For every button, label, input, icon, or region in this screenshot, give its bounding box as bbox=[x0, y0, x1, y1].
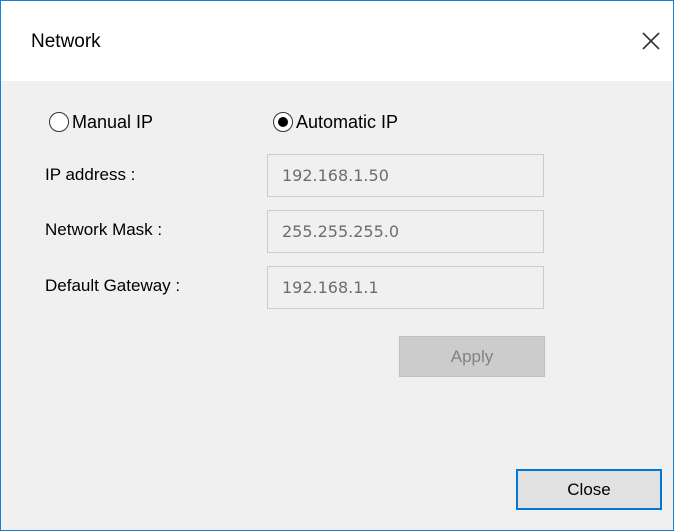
ip-address-field[interactable] bbox=[267, 154, 544, 197]
automatic-ip-radio[interactable]: Automatic IP bbox=[273, 109, 398, 135]
automatic-ip-radio-circle bbox=[273, 112, 293, 132]
close-button[interactable]: Close bbox=[516, 469, 662, 510]
default-gateway-field[interactable] bbox=[267, 266, 544, 309]
close-icon bbox=[642, 32, 660, 50]
window-close-button[interactable] bbox=[631, 21, 671, 61]
network-mask-field[interactable] bbox=[267, 210, 544, 253]
network-mask-label: Network Mask : bbox=[45, 220, 163, 239]
automatic-ip-label: Automatic IP bbox=[296, 111, 399, 132]
ip-address-label: IP address : bbox=[45, 165, 136, 184]
manual-ip-radio-circle bbox=[49, 112, 69, 132]
window-title: Network bbox=[31, 31, 101, 52]
apply-button[interactable]: Apply bbox=[399, 336, 545, 377]
title-bar: Network bbox=[1, 1, 673, 81]
manual-ip-radio[interactable]: Manual IP bbox=[49, 109, 153, 135]
default-gateway-label: Default Gateway : bbox=[45, 276, 181, 295]
manual-ip-label: Manual IP bbox=[72, 111, 154, 132]
radio-selected-dot bbox=[278, 117, 288, 127]
network-dialog: Network Manual IP Automatic IP IP addres… bbox=[0, 0, 674, 531]
